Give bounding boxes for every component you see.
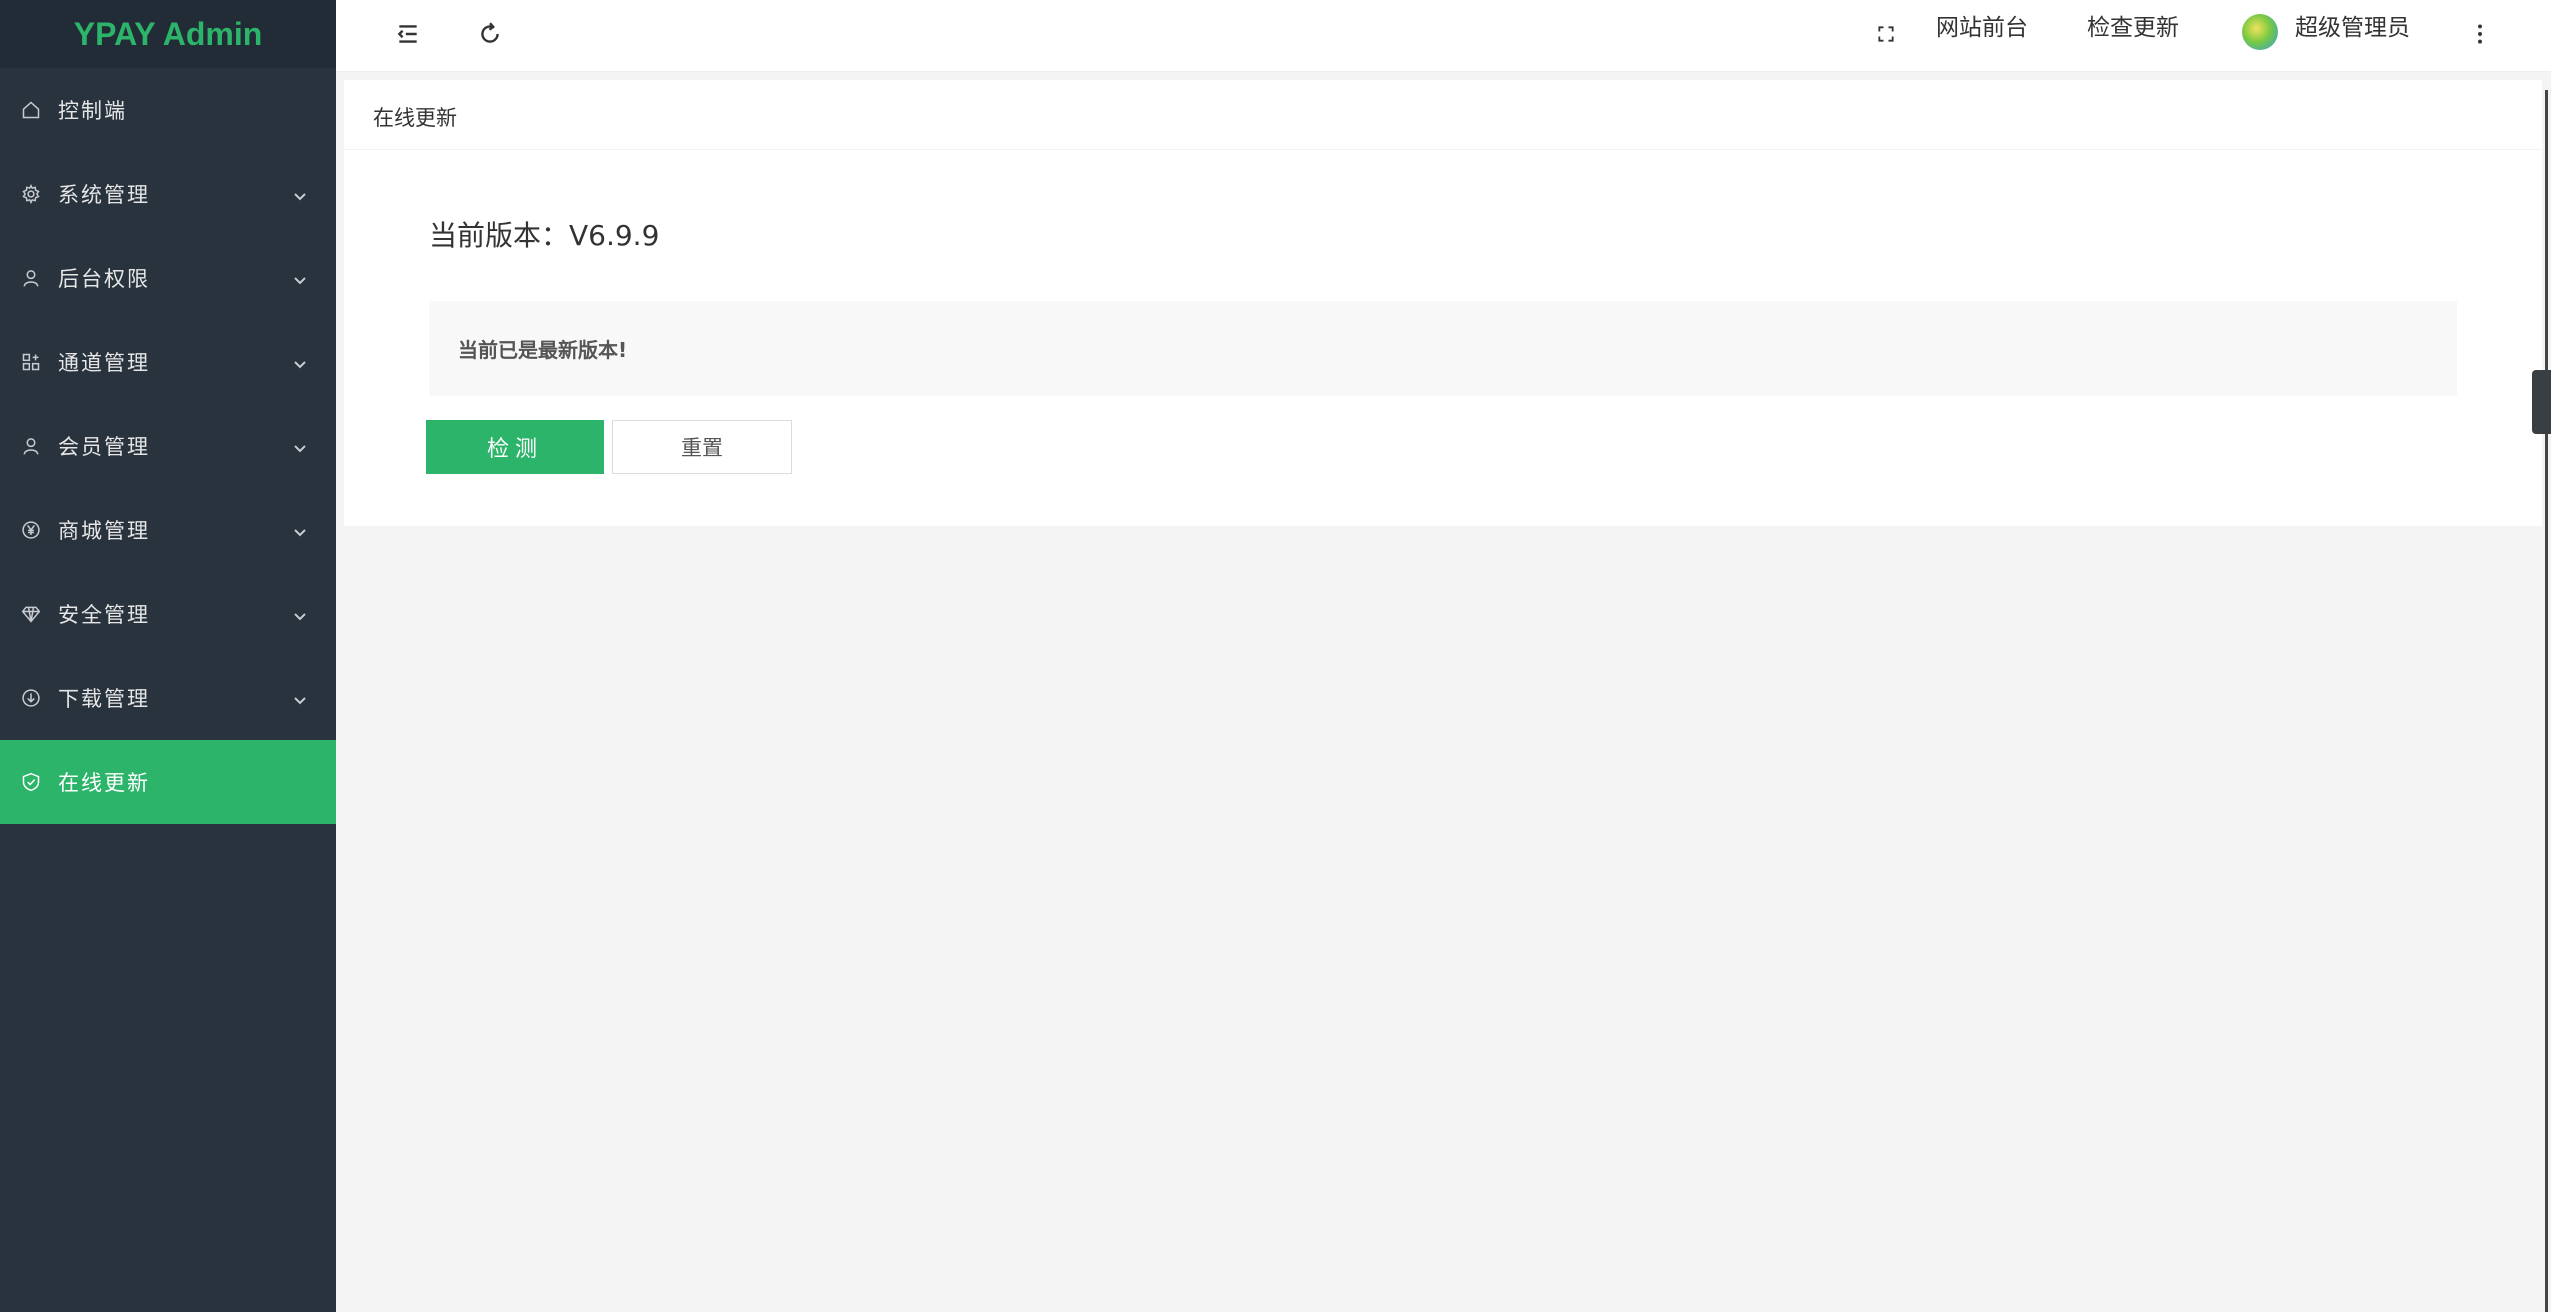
sidebar-item-channels[interactable]: 通道管理 <box>0 320 336 404</box>
refresh-icon[interactable] <box>470 14 510 54</box>
sidebar-item-members[interactable]: 会员管理 <box>0 404 336 488</box>
sidebar-item-admin-permissions[interactable]: 后台权限 <box>0 236 336 320</box>
sidebar-item-label: 后台权限 <box>58 267 150 291</box>
sidebar-item-downloads[interactable]: 下载管理 <box>0 656 336 740</box>
collapse-menu-icon[interactable] <box>388 14 428 54</box>
sidebar-item-label: 下载管理 <box>58 687 150 711</box>
sidebar: YPAY Admin 控制端 系统管理 后台权限 通道管理 会员管理 商城管理 … <box>0 0 336 1312</box>
sidebar-item-label: 系统管理 <box>58 183 150 207</box>
download-icon <box>20 687 42 709</box>
sidebar-item-dashboard[interactable]: 控制端 <box>0 68 336 152</box>
shield-check-icon <box>20 771 42 793</box>
card-title: 在线更新 <box>344 80 2542 150</box>
sidebar-item-shop[interactable]: 商城管理 <box>0 488 336 572</box>
chevron-down-icon <box>292 270 308 286</box>
current-version: 当前版本：V6.9.9 <box>429 219 660 252</box>
chevron-down-icon <box>292 690 308 706</box>
chevron-down-icon <box>292 522 308 538</box>
sidebar-item-security[interactable]: 安全管理 <box>0 572 336 656</box>
gear-icon <box>20 183 42 205</box>
user-icon <box>20 267 42 289</box>
user-icon <box>20 435 42 457</box>
side-drawer-handle[interactable] <box>2532 370 2551 434</box>
apps-icon <box>20 351 42 373</box>
fullscreen-icon[interactable] <box>1866 14 1906 54</box>
username-menu[interactable]: 超级管理员 <box>2295 0 2410 56</box>
sidebar-item-label: 会员管理 <box>58 435 150 459</box>
sidebar-item-online-update[interactable]: 在线更新 <box>0 740 336 824</box>
avatar[interactable] <box>2242 14 2278 50</box>
sidebar-item-system[interactable]: 系统管理 <box>0 152 336 236</box>
sidebar-item-label: 安全管理 <box>58 603 150 627</box>
diamond-icon <box>20 603 42 625</box>
more-vertical-icon[interactable] <box>2460 14 2500 54</box>
chevron-down-icon <box>292 186 308 202</box>
chevron-down-icon <box>292 606 308 622</box>
top-header: 网站前台 检查更新 超级管理员 <box>336 0 2551 72</box>
update-status-notice: 当前已是最新版本! <box>429 301 2457 396</box>
sidebar-menu: 控制端 系统管理 后台权限 通道管理 会员管理 商城管理 安全管理 下载管理 在… <box>0 68 336 824</box>
site-front-link[interactable]: 网站前台 <box>1936 0 2028 56</box>
chevron-down-icon <box>292 354 308 370</box>
reset-button[interactable]: 重置 <box>612 420 792 474</box>
sidebar-item-label: 通道管理 <box>58 351 150 375</box>
home-icon <box>20 99 42 121</box>
sidebar-item-label: 商城管理 <box>58 519 150 543</box>
check-update-link[interactable]: 检查更新 <box>2087 0 2179 56</box>
page-scrollbar[interactable] <box>2545 90 2548 1312</box>
sidebar-item-label: 控制端 <box>58 99 127 123</box>
app-logo[interactable]: YPAY Admin <box>0 0 336 68</box>
sidebar-item-label: 在线更新 <box>58 771 150 795</box>
online-update-card: 在线更新 当前版本：V6.9.9 当前已是最新版本! 检测 重置 <box>344 80 2542 526</box>
detect-button[interactable]: 检测 <box>426 420 604 474</box>
yen-icon <box>20 519 42 541</box>
chevron-down-icon <box>292 438 308 454</box>
